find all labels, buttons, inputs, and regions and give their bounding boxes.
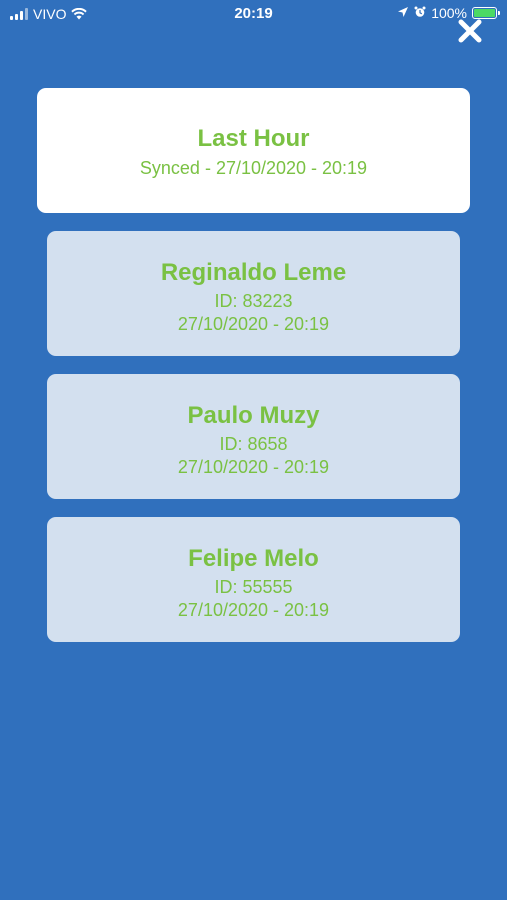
user-card[interactable]: Reginaldo Leme ID: 83223 27/10/2020 - 20…: [47, 231, 460, 356]
user-date: 27/10/2020 - 20:19: [177, 600, 330, 620]
user-date: 27/10/2020 - 20:19: [177, 314, 330, 334]
user-date: 27/10/2020 - 20:19: [177, 457, 330, 477]
last-hour-card[interactable]: Last Hour Synced - 27/10/2020 - 20:19: [37, 88, 470, 213]
user-id: ID: 55555: [214, 577, 293, 597]
location-arrow-icon: [397, 5, 409, 21]
user-id: ID: 8658: [219, 434, 288, 454]
sync-status: Synced - 27/10/2020 - 20:19: [139, 158, 368, 178]
close-icon: [458, 19, 482, 43]
user-name: Felipe Melo: [188, 545, 319, 572]
close-button[interactable]: [457, 18, 483, 44]
alarm-icon: [414, 5, 426, 21]
user-name: Paulo Muzy: [187, 402, 320, 429]
status-bar: VIVO 20:19 100%: [0, 0, 507, 28]
user-id: ID: 83223: [214, 291, 293, 311]
user-card[interactable]: Paulo Muzy ID: 8658 27/10/2020 - 20:19: [47, 374, 460, 499]
user-name: Reginaldo Leme: [160, 259, 347, 286]
last-hour-title: Last Hour: [197, 125, 310, 152]
user-card[interactable]: Felipe Melo ID: 55555 27/10/2020 - 20:19: [47, 517, 460, 642]
